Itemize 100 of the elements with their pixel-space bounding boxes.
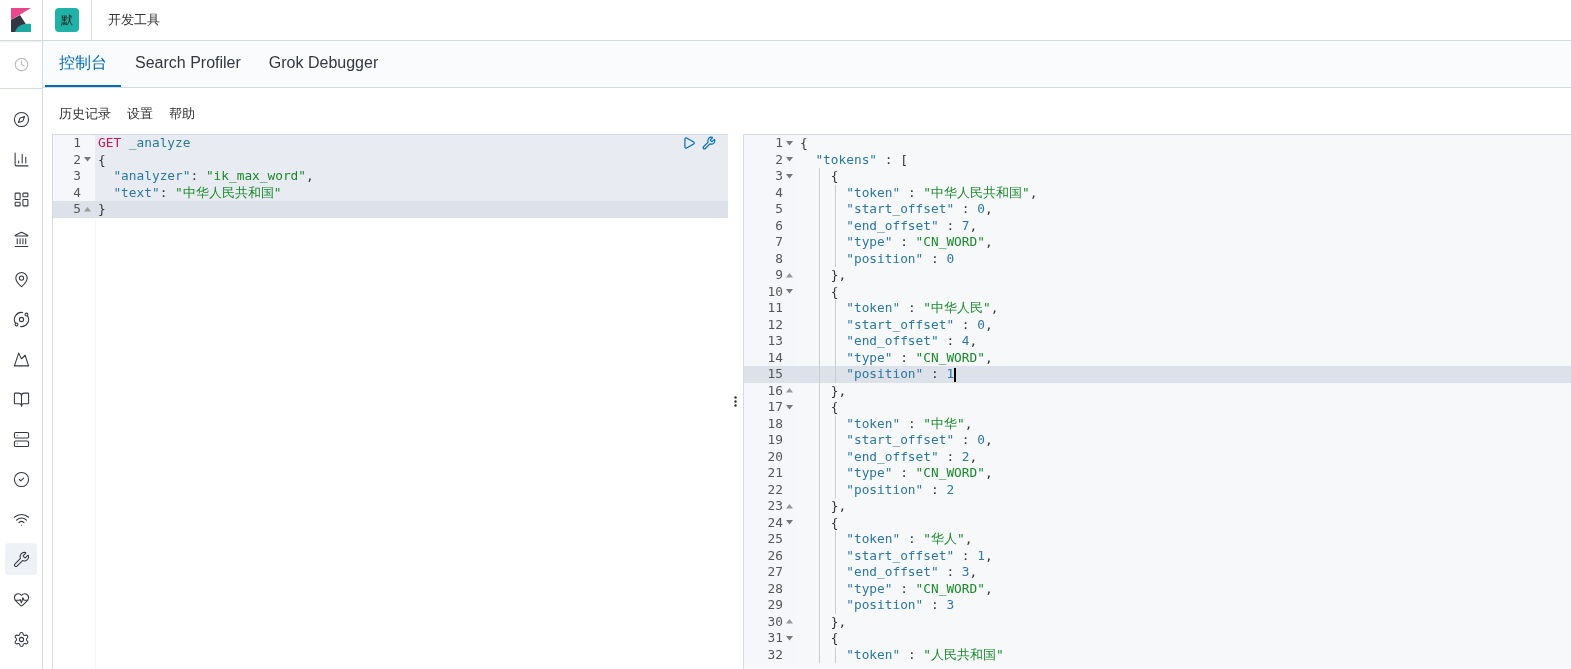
code-line: }, (829, 498, 847, 513)
line-number: 16 (767, 382, 783, 399)
code-line: "end_offset" : 7, (845, 217, 978, 233)
breadcrumb: 开发工具 (108, 11, 160, 30)
line-number: 15 (767, 366, 783, 383)
dotted-circle-icon (12, 310, 30, 328)
code-line: "type" : "CN_WORD", (845, 234, 993, 249)
fold-caret-icon[interactable] (786, 272, 793, 278)
space-avatar[interactable]: 默 (55, 8, 79, 32)
dashboard-icon (12, 190, 30, 208)
heart-pulse-icon (12, 590, 30, 608)
line-number: 23 (767, 498, 783, 515)
fold-caret-icon[interactable] (84, 157, 91, 163)
line-number: 9 (775, 267, 783, 284)
toolbar-link[interactable]: 帮助 (169, 104, 195, 124)
code-line: "analyzer": "ik_max_word", (112, 168, 314, 183)
code-line: "end_offset" : 4, (845, 333, 978, 348)
code-line: "token" : "华人", (845, 531, 973, 546)
check-circle-icon (12, 470, 30, 488)
code-line: { (829, 168, 839, 183)
logo-icon[interactable] (11, 8, 31, 32)
code-line: "type" : "CN_WORD", (845, 465, 993, 480)
tab[interactable]: Search Profiler (121, 40, 255, 87)
line-number: 5 (73, 201, 81, 218)
code-line: "token" : "中华人民", (845, 300, 999, 315)
code-line: "tokens" : [ (814, 151, 908, 167)
code-line: { (829, 630, 839, 645)
code-line: { (829, 283, 839, 299)
code-line: } (98, 201, 106, 216)
line-number: 5 (775, 201, 783, 218)
code-line: }, (829, 267, 847, 282)
book-icon (12, 390, 30, 408)
code-line: "position" : 3 (845, 597, 955, 612)
line-number: 12 (767, 316, 783, 333)
text-cursor (954, 367, 957, 382)
fold-caret-icon[interactable] (786, 520, 793, 526)
line-number: 1 (775, 135, 783, 152)
code-line: "type" : "CN_WORD", (845, 580, 993, 596)
line-number: 14 (767, 349, 783, 366)
fold-caret-icon[interactable] (786, 635, 793, 641)
code-line: "start_offset" : 0, (845, 432, 993, 447)
code-line: "end_offset" : 2, (845, 448, 978, 464)
code-line: { (800, 135, 808, 150)
fold-caret-icon[interactable] (786, 173, 793, 179)
code-line: "position" : 2 (845, 481, 955, 497)
line-number: 18 (767, 415, 783, 432)
line-number: 4 (775, 184, 783, 201)
fold-caret-icon[interactable] (786, 503, 793, 509)
fold-caret-icon[interactable] (786, 388, 793, 394)
toolbar-link[interactable]: 设置 (127, 104, 153, 124)
building-icon (12, 230, 30, 248)
wrench-icon (12, 550, 30, 568)
toolbar-link[interactable]: 历史记录 (59, 104, 111, 124)
code-line: "text": "中华人民共和国" (112, 184, 282, 200)
line-number: 26 (767, 547, 783, 564)
code-line: "token" : "中华", (845, 415, 973, 431)
bar-chart-icon (12, 150, 30, 168)
line-number: 20 (767, 448, 783, 465)
line-number: 27 (767, 564, 783, 581)
line-number: 21 (767, 465, 783, 482)
nav-item[interactable] (5, 543, 37, 575)
code-line: "start_offset" : 0, (845, 201, 993, 216)
line-number: 4 (73, 184, 81, 201)
tab[interactable]: 控制台 (45, 40, 121, 87)
line-number: 13 (767, 333, 783, 350)
fold-caret-icon[interactable] (786, 157, 793, 163)
play-icon[interactable] (682, 136, 696, 150)
fold-caret-icon[interactable] (786, 140, 793, 146)
fold-caret-icon[interactable] (786, 404, 793, 410)
settings-icon (12, 630, 30, 648)
line-number: 10 (767, 283, 783, 300)
line-number: 1 (73, 135, 81, 152)
line-number: 19 (767, 432, 783, 449)
code-line: "token" : "人民共和国" (845, 646, 1004, 662)
code-line: "type" : "CN_WORD", (845, 349, 993, 365)
tab[interactable]: Grok Debugger (254, 40, 393, 87)
wrench-icon[interactable] (702, 136, 716, 150)
line-number: 7 (775, 234, 783, 251)
line-number: 31 (767, 630, 783, 647)
server-icon (12, 430, 30, 448)
line-number: 25 (767, 531, 783, 548)
code-line: "start_offset" : 0, (845, 316, 993, 332)
compass-icon (12, 110, 30, 128)
resize-handle-icon[interactable] (734, 396, 737, 407)
line-number: 6 (775, 217, 783, 234)
code-line: GET _analyze (98, 135, 191, 150)
mountain-icon (12, 350, 30, 368)
line-number: 28 (767, 580, 783, 597)
code-line: }, (829, 613, 847, 629)
line-number: 3 (73, 168, 81, 185)
line-number: 29 (767, 597, 783, 614)
line-number: 11 (767, 300, 783, 317)
fold-caret-icon[interactable] (786, 619, 793, 625)
fold-caret-icon[interactable] (786, 289, 793, 295)
map-pin-icon (12, 270, 30, 288)
code-line: "end_offset" : 3, (845, 564, 978, 579)
code-line: { (829, 399, 839, 414)
line-number: 2 (775, 151, 783, 168)
line-number: 17 (767, 399, 783, 416)
line-number: 30 (767, 613, 783, 630)
